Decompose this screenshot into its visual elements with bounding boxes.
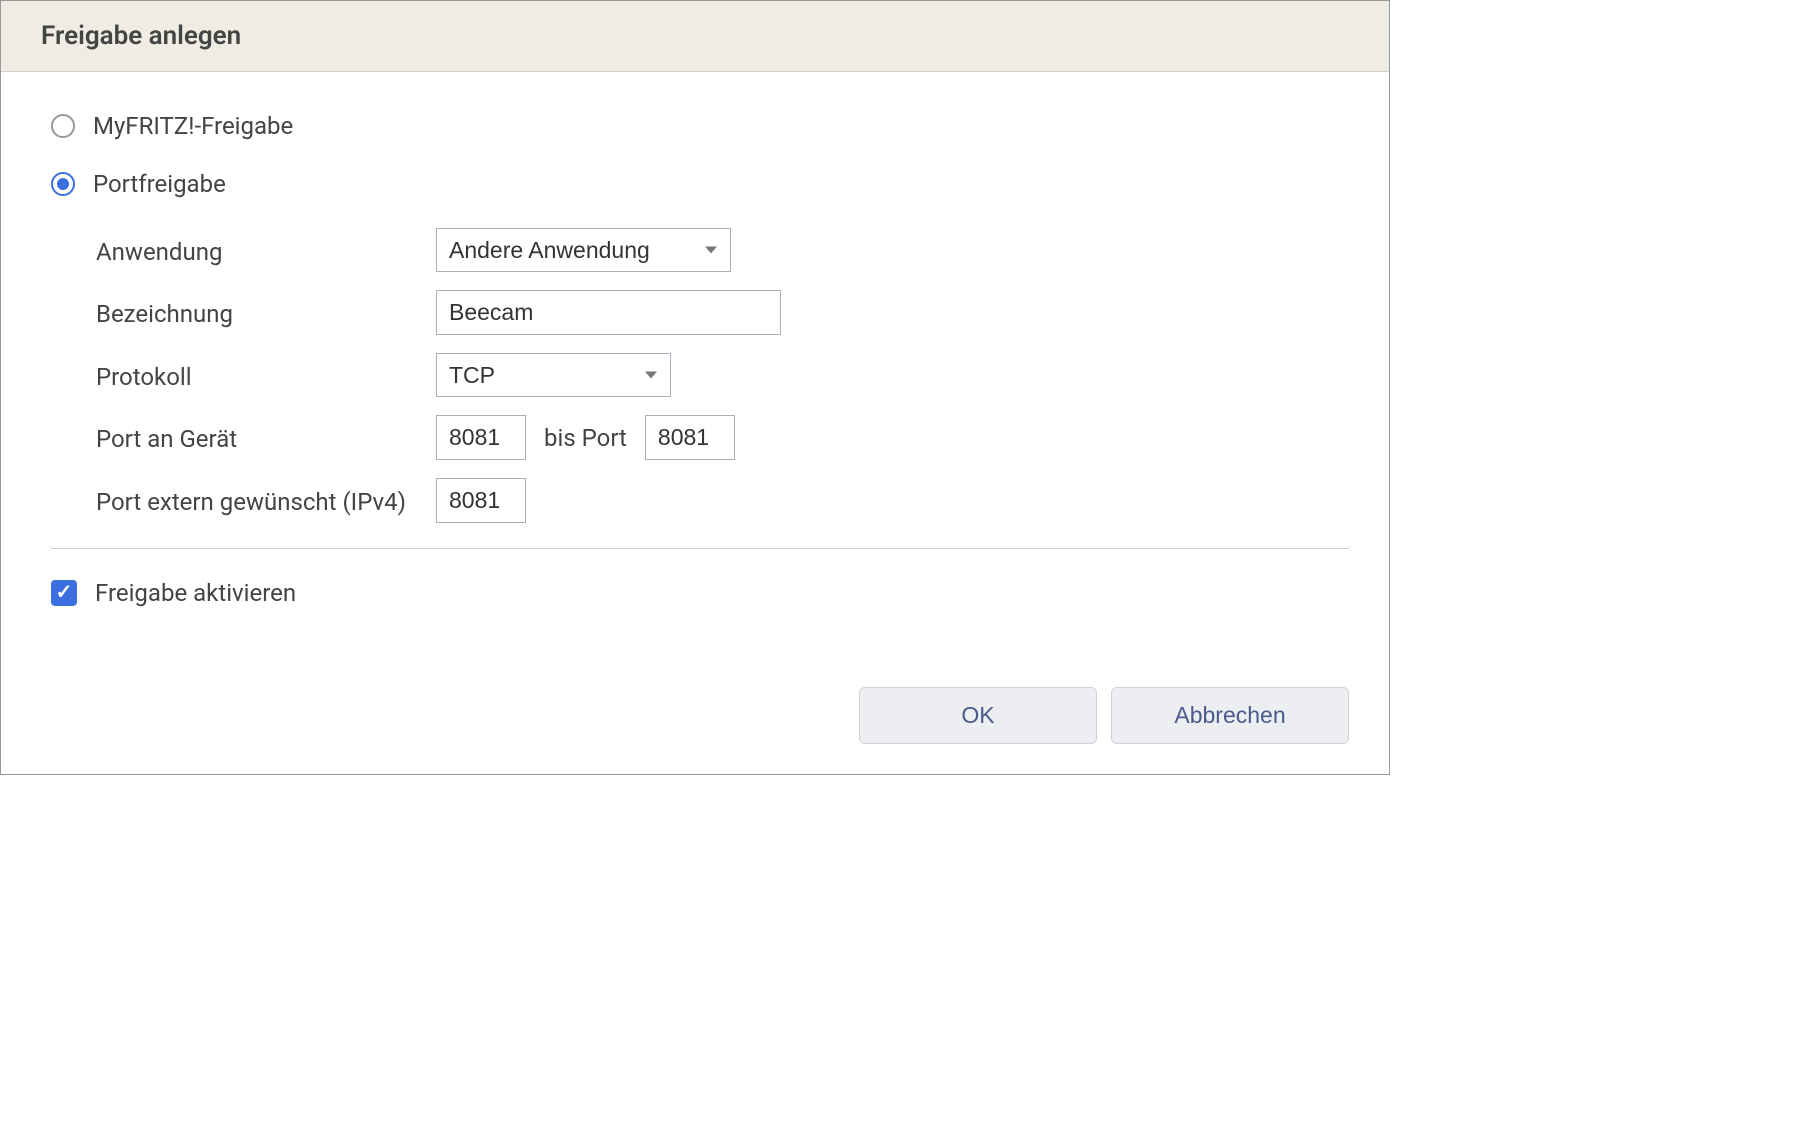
select-protokoll[interactable]: TCP	[436, 353, 671, 397]
control-bezeichnung	[436, 290, 781, 335]
control-protokoll: TCP	[436, 353, 671, 397]
radio-portfreigabe[interactable]	[51, 172, 75, 196]
control-port-extern	[436, 478, 526, 523]
label-protokoll: Protokoll	[96, 353, 436, 391]
input-port-extern[interactable]	[436, 478, 526, 523]
row-anwendung: Anwendung Andere Anwendung	[96, 228, 1349, 272]
label-bezeichnung: Bezeichnung	[96, 290, 436, 328]
radio-myfritz[interactable]	[51, 114, 75, 138]
input-bezeichnung[interactable]	[436, 290, 781, 335]
checkbox-aktivieren[interactable]	[51, 580, 77, 606]
dialog-header: Freigabe anlegen	[1, 1, 1389, 72]
label-bis-port: bis Port	[544, 424, 627, 452]
row-port-extern: Port extern gewünscht (IPv4)	[96, 478, 1349, 523]
row-aktivieren[interactable]: Freigabe aktivieren	[51, 579, 1349, 607]
label-anwendung: Anwendung	[96, 228, 436, 266]
row-port-an-geraet: Port an Gerät bis Port	[96, 415, 1349, 460]
control-port-an-geraet: bis Port	[436, 415, 735, 460]
input-port-to[interactable]	[645, 415, 735, 460]
form-section-portfreigabe: Anwendung Andere Anwendung Bezeichnung P…	[96, 228, 1349, 523]
select-wrapper-anwendung: Andere Anwendung	[436, 228, 731, 272]
ok-button[interactable]: OK	[859, 687, 1097, 744]
cancel-button[interactable]: Abbrechen	[1111, 687, 1349, 744]
label-port-an-geraet: Port an Gerät	[96, 415, 436, 453]
label-port-extern: Port extern gewünscht (IPv4)	[96, 478, 436, 516]
dialog-freigabe-anlegen: Freigabe anlegen MyFRITZ!-Freigabe Portf…	[0, 0, 1390, 775]
select-anwendung[interactable]: Andere Anwendung	[436, 228, 731, 272]
radio-myfritz-label: MyFRITZ!-Freigabe	[93, 112, 293, 140]
checkbox-aktivieren-label: Freigabe aktivieren	[95, 579, 296, 607]
radio-option-myfritz[interactable]: MyFRITZ!-Freigabe	[51, 112, 1349, 140]
row-protokoll: Protokoll TCP	[96, 353, 1349, 397]
input-port-from[interactable]	[436, 415, 526, 460]
row-bezeichnung: Bezeichnung	[96, 290, 1349, 335]
radio-portfreigabe-label: Portfreigabe	[93, 170, 226, 198]
radio-option-portfreigabe[interactable]: Portfreigabe	[51, 170, 1349, 198]
radio-group-freigabetyp: MyFRITZ!-Freigabe Portfreigabe	[51, 112, 1349, 198]
dialog-title: Freigabe anlegen	[41, 21, 1349, 51]
control-anwendung: Andere Anwendung	[436, 228, 731, 272]
button-row: OK Abbrechen	[1, 687, 1389, 774]
dialog-body: MyFRITZ!-Freigabe Portfreigabe Anwendung…	[1, 72, 1389, 687]
select-wrapper-protokoll: TCP	[436, 353, 671, 397]
divider	[51, 548, 1349, 549]
